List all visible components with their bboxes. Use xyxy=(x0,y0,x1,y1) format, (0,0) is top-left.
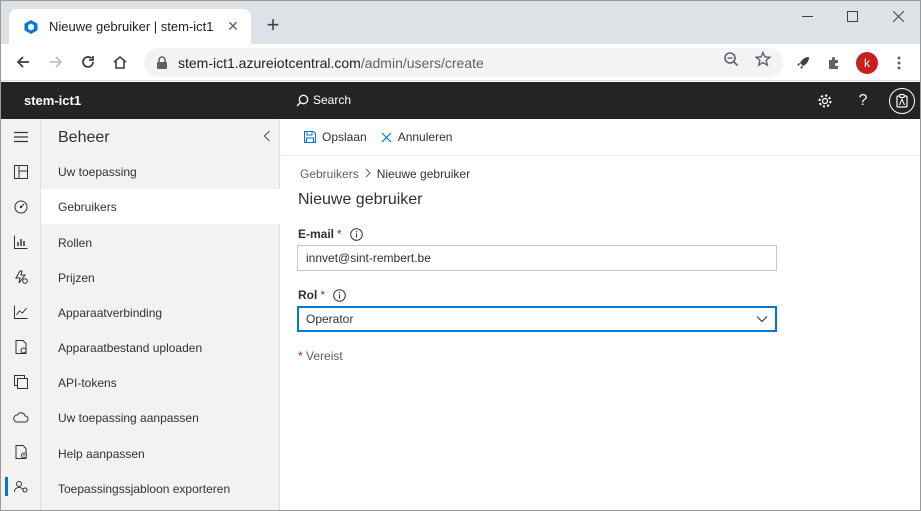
sidebar-item-toepassingssjabloon-exporteren[interactable]: Toepassingssjabloon exporteren xyxy=(41,471,280,506)
left-rail xyxy=(1,119,41,510)
jobs-icon[interactable] xyxy=(1,329,41,364)
breadcrumb: Gebruikers Nieuwe gebruiker xyxy=(300,167,470,181)
sidebar-item-prijzen[interactable]: Prijzen xyxy=(41,260,280,295)
breadcrumb-current: Nieuwe gebruiker xyxy=(376,167,471,181)
role-label: Rol * xyxy=(298,288,346,302)
chevron-down-icon xyxy=(756,316,768,323)
profile-avatar[interactable]: k xyxy=(856,52,878,74)
settings-gear-icon[interactable] xyxy=(815,91,835,111)
line-chart-icon[interactable] xyxy=(1,294,41,329)
analytics-chart-icon[interactable] xyxy=(1,224,41,259)
address-bar[interactable]: stem-ict1.azureiotcentral.com/admin/user… xyxy=(144,48,783,77)
sidebar-item-apparaatbestand-uploaden[interactable]: Apparaatbestand uploaden xyxy=(41,330,280,365)
back-icon[interactable] xyxy=(11,50,35,74)
devices-gauge-icon[interactable] xyxy=(1,189,41,224)
app-header: stem-ict1 Search ? xyxy=(1,82,920,119)
app-name[interactable]: stem-ict1 xyxy=(24,93,81,108)
tab-bar: Nieuwe gebruiker | stem-ict1 ✕ + xyxy=(1,1,920,44)
role-selected-value: Operator xyxy=(306,312,354,326)
search-button[interactable]: Search xyxy=(296,93,351,107)
maximize-icon[interactable] xyxy=(829,1,875,31)
admin-side-nav: Beheer Uw toepassing Gebruikers Rollen P… xyxy=(41,119,280,510)
dashboard-icon[interactable] xyxy=(1,154,41,189)
sidebar-item-gebruikers[interactable]: Gebruikers xyxy=(41,189,280,224)
sidebar-item-help-aanpassen[interactable]: Help aanpassen xyxy=(41,436,280,471)
new-tab-icon[interactable]: + xyxy=(263,14,283,36)
email-field[interactable]: innvet@sint-rembert.be xyxy=(297,245,777,271)
save-button[interactable]: Opslaan xyxy=(304,130,367,144)
close-tab-icon[interactable]: ✕ xyxy=(225,18,241,35)
email-label: E-mail * xyxy=(298,227,363,241)
collapse-chevron-left-icon[interactable] xyxy=(263,129,271,145)
sidebar-item-uw-toepassing-aanpassen[interactable]: Uw toepassing aanpassen xyxy=(41,400,280,435)
hamburger-menu-icon[interactable] xyxy=(1,119,41,154)
tab-title: Nieuwe gebruiker | stem-ict1 xyxy=(49,19,214,34)
home-icon[interactable] xyxy=(108,50,132,74)
extensions-puzzle-icon[interactable] xyxy=(824,53,844,73)
side-nav-title: Beheer xyxy=(58,129,110,146)
sidebar-item-rollen[interactable]: Rollen xyxy=(41,225,280,260)
browser-menu-icon[interactable] xyxy=(889,53,909,73)
breadcrumb-chevron-right-icon xyxy=(365,167,371,181)
rocket-extension-icon[interactable] xyxy=(793,53,813,73)
required-note: * Vereist xyxy=(298,349,343,363)
email-info-icon[interactable] xyxy=(349,227,363,241)
browser-window: Nieuwe gebruiker | stem-ict1 ✕ + stem-ic… xyxy=(0,0,921,511)
zoom-icon[interactable] xyxy=(723,51,739,67)
sidebar-item-api-tokens[interactable]: API-tokens xyxy=(41,365,280,400)
iot-central-favicon-icon xyxy=(24,19,38,34)
close-window-icon[interactable] xyxy=(875,1,920,31)
command-bar: Opslaan Annuleren xyxy=(281,119,920,156)
reload-icon[interactable] xyxy=(76,50,100,74)
save-label: Opslaan xyxy=(322,130,367,144)
search-label: Search xyxy=(313,93,352,107)
main-content: Opslaan Annuleren Gebruikers Nieuwe gebr… xyxy=(281,119,920,510)
cancel-button[interactable]: Annuleren xyxy=(381,130,453,144)
lock-icon xyxy=(157,55,167,69)
bookmark-star-icon[interactable] xyxy=(755,51,771,67)
device-groups-icon[interactable] xyxy=(1,434,41,469)
cancel-x-icon xyxy=(381,132,392,142)
search-icon xyxy=(296,94,309,106)
help-icon[interactable]: ? xyxy=(853,91,873,111)
administration-users-icon[interactable] xyxy=(1,469,41,504)
device-templates-icon[interactable] xyxy=(1,364,41,399)
save-floppy-icon xyxy=(304,131,316,143)
sidebar-item-apparaatverbinding[interactable]: Apparaatverbinding xyxy=(41,295,280,330)
browser-toolbar: stem-ict1.azureiotcentral.com/admin/user… xyxy=(1,44,920,81)
cancel-label: Annuleren xyxy=(397,130,453,144)
minimize-icon[interactable] xyxy=(784,1,830,31)
url-text: stem-ict1.azureiotcentral.com/admin/user… xyxy=(178,54,484,71)
role-info-icon[interactable] xyxy=(333,288,346,302)
page-title: Nieuwe gebruiker xyxy=(298,191,423,208)
account-icon[interactable] xyxy=(889,88,915,114)
sidebar-item-uw-toepassing[interactable]: Uw toepassing xyxy=(41,154,280,189)
role-dropdown[interactable]: Operator xyxy=(297,306,777,332)
breadcrumb-gebruikers[interactable]: Gebruikers xyxy=(300,167,359,181)
browser-tab[interactable]: Nieuwe gebruiker | stem-ict1 ✕ xyxy=(9,9,251,44)
rules-icon[interactable] xyxy=(1,259,41,294)
forward-icon[interactable] xyxy=(44,50,68,74)
data-export-cloud-icon[interactable] xyxy=(1,399,41,434)
